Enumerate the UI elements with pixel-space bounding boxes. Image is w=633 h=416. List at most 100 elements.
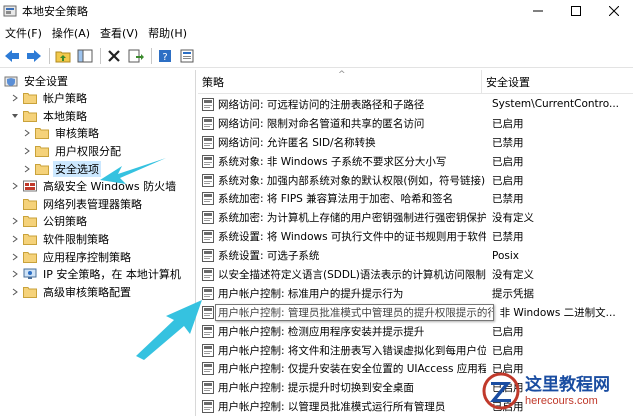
up-folder-button[interactable] (53, 46, 73, 66)
table-row[interactable]: 网络访问: 允许匿名 SID/名称转换 已禁用 (198, 133, 633, 152)
chevron-right-icon[interactable] (10, 216, 20, 226)
policy-name: 用户帐户控制: 将文件和注册表写入错误虚拟化到每用户位置 (218, 344, 486, 357)
policy-item-icon (202, 116, 214, 130)
chevron-right-icon[interactable] (22, 164, 32, 174)
watermark-cn-text: 这里教程网 (525, 374, 610, 395)
policy-name: 系统加密: 为计算机上存储的用户密钥强制进行强密钥保护 (218, 212, 486, 225)
policy-item-icon (202, 135, 214, 149)
policy-item-icon (202, 211, 214, 225)
security-setting-value: 已禁用 (492, 193, 524, 206)
menu-help[interactable]: 帮助(H) (143, 25, 192, 41)
chevron-right-icon[interactable] (10, 93, 20, 103)
watermark-en-text: herecours.com (525, 394, 598, 407)
security-setting-value: 没有定义 (492, 268, 534, 281)
back-button[interactable] (2, 46, 22, 66)
export-list-button[interactable] (126, 46, 146, 66)
chevron-right-icon[interactable] (10, 181, 20, 191)
tree-item-label: 公钥策略 (43, 215, 87, 229)
folder-icon (23, 110, 37, 122)
menu-action[interactable]: 操作(A) (47, 25, 95, 41)
table-row[interactable]: 系统加密: 为计算机上存储的用户密钥强制进行强密钥保护 没有定义 (198, 208, 633, 227)
policy-item-icon (202, 362, 214, 376)
tree-item-label: 软件限制策略 (43, 232, 109, 246)
security-setting-value: 已启用 (492, 325, 524, 338)
sort-ascending-icon: ^ (338, 70, 346, 80)
table-row[interactable]: 用户帐户控制: 将文件和注册表写入错误虚拟化到每用户位置 已启用 (198, 341, 633, 360)
tree-item[interactable]: 安全选项 (22, 160, 101, 177)
tree-item[interactable]: 软件限制策略 (10, 230, 111, 247)
table-row[interactable]: 系统对象: 加强内部系统对象的默认权限(例如，符号链接) 已启用 (198, 171, 633, 190)
toolbar-separator (49, 47, 50, 64)
policy-name: 网络访问: 允许匿名 SID/名称转换 (218, 136, 376, 149)
toolbar-separator (100, 47, 101, 64)
chevron-right-icon[interactable] (22, 146, 32, 156)
watermark-logo-icon (481, 371, 521, 411)
minimize-button[interactable] (519, 0, 557, 22)
firewall-icon (23, 180, 37, 192)
tree-item-label: 网络列表管理器策略 (43, 197, 142, 211)
chevron-right-icon[interactable] (10, 234, 20, 244)
column-policy-label: 策略 (202, 76, 224, 89)
annotation-arrow-icon (100, 158, 166, 184)
policy-list-pane: 策略 ^ 安全设置 网络访问: 可远程访问的注册表路径和子路径 System\Cu… (198, 70, 633, 416)
policy-item-icon (202, 267, 214, 281)
maximize-button[interactable] (557, 0, 595, 22)
tree-item[interactable]: 网络列表管理器策略 (10, 195, 144, 212)
show-hide-tree-button[interactable] (75, 46, 95, 66)
policy-item-icon (202, 154, 214, 168)
policy-name: 用户帐户控制: 提示提升时切换到安全桌面 (218, 382, 414, 395)
table-row[interactable]: 用户帐户控制: 检测应用程序安装并提示提升 已启用 (198, 322, 633, 341)
tree-item-label: 安全设置 (24, 74, 68, 88)
column-header-security-setting[interactable]: 安全设置 (482, 70, 633, 94)
table-row[interactable]: 网络访问: 可远程访问的注册表路径和子路径 System\CurrentContr… (198, 95, 633, 114)
menu-file[interactable]: 文件(F) (0, 25, 47, 41)
tree-item[interactable]: 安全设置 (4, 72, 70, 89)
tree-item[interactable]: 本地策略 (10, 107, 89, 124)
tree-item-label: 本地策略 (43, 109, 87, 123)
tree-item[interactable]: 公钥策略 (10, 213, 89, 230)
folder-icon (23, 198, 37, 210)
help-button[interactable]: ? (155, 46, 175, 66)
delete-button[interactable] (104, 46, 124, 66)
chevron-right-icon[interactable] (10, 287, 20, 297)
table-row[interactable]: 系统设置: 可选子系统 Posix (198, 246, 633, 265)
policy-name: 用户帐户控制: 管理员批准模式中管理员的提升权限提示的行为 (215, 303, 494, 321)
chevron-right-icon[interactable] (10, 252, 20, 262)
chevron-down-icon[interactable] (10, 111, 20, 121)
tree-item-label: 安全选项 (53, 160, 101, 177)
chevron-right-icon[interactable] (22, 128, 32, 138)
tree-item[interactable]: 审核策略 (22, 125, 101, 142)
window-title: 本地安全策略 (22, 5, 88, 18)
properties-button[interactable] (177, 46, 197, 66)
security-setting-value: 没有定义 (492, 212, 534, 225)
policy-name: 系统对象: 非 Windows 子系统不要求区分大小写 (218, 155, 447, 168)
tree-item[interactable]: 应用程序控制策略 (10, 248, 133, 265)
table-row[interactable]: 网络访问: 限制对命名管道和共享的匿名访问 已启用 (198, 114, 633, 133)
folder-icon (23, 233, 37, 245)
close-button[interactable] (595, 0, 633, 22)
column-header-policy[interactable]: 策略 ^ (198, 70, 482, 94)
tree-item-label: 应用程序控制策略 (43, 250, 131, 264)
column-setting-label: 安全设置 (486, 76, 530, 89)
table-row[interactable]: 以安全描述符定义语言(SDDL)语法表示的计算机访问限制 没有定义 (198, 265, 633, 284)
table-row[interactable]: 用户帐户控制: 标准用户的提升提示行为 提示凭据 (198, 284, 633, 303)
menu-bar: 文件(F) 操作(A) 查看(V) 帮助(H) (0, 24, 633, 42)
security-setting-value: 非 Windows 二进制文... (499, 306, 616, 319)
ip-security-icon (23, 268, 37, 280)
chevron-right-icon[interactable] (10, 269, 20, 279)
policy-name: 网络访问: 可远程访问的注册表路径和子路径 (218, 98, 425, 111)
forward-button[interactable] (24, 46, 44, 66)
security-setting-value: 已启用 (492, 117, 524, 130)
table-row[interactable]: 系统加密: 将 FIPS 兼容算法用于加密、哈希和签名 已禁用 (198, 189, 633, 208)
tree-item[interactable]: IP 安全策略，在 本地计算机 (10, 266, 183, 283)
table-row[interactable]: 用户帐户控制: 管理员批准模式中管理员的提升权限提示的行为非 Windows 二… (198, 303, 633, 322)
shield-folder-icon (4, 75, 18, 87)
table-row[interactable]: 系统对象: 非 Windows 子系统不要求区分大小写 已启用 (198, 152, 633, 171)
menu-view[interactable]: 查看(V) (95, 25, 143, 41)
folder-icon (35, 163, 49, 175)
table-row[interactable]: 系统设置: 将 Windows 可执行文件中的证书规则用于软件... 已禁用 (198, 227, 633, 246)
policy-item-icon (202, 173, 214, 187)
policy-name: 用户帐户控制: 以管理员批准模式运行所有管理员 (218, 401, 446, 414)
tree-item[interactable]: 帐户策略 (10, 90, 89, 107)
tree-item[interactable]: 高级审核策略配置 (10, 283, 133, 300)
